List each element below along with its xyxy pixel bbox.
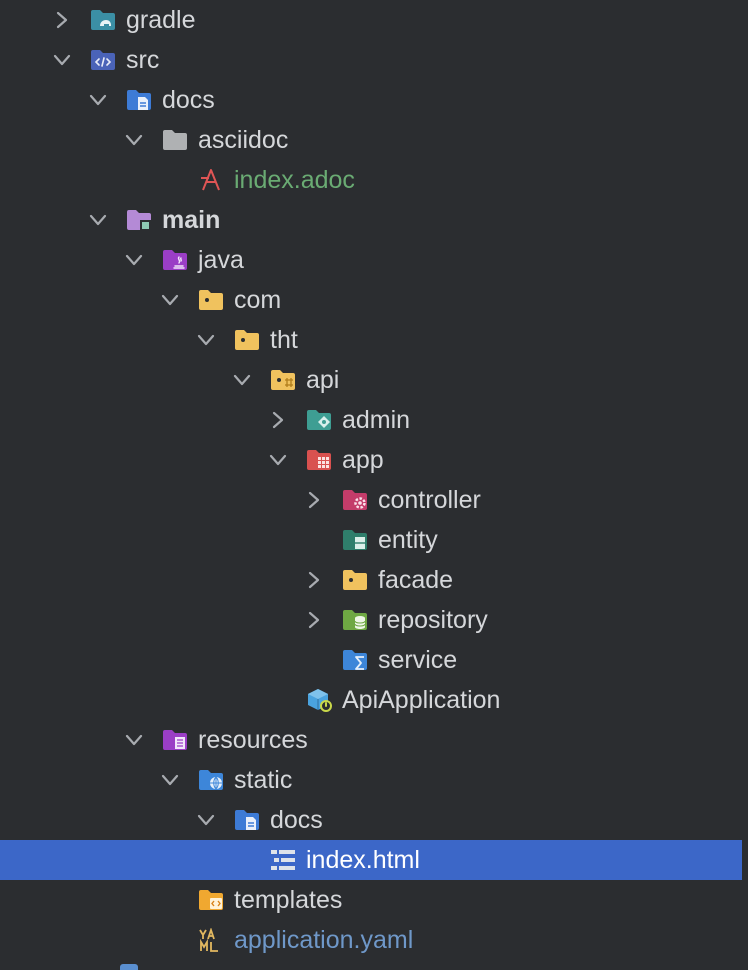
- module-folder-icon: [126, 208, 152, 232]
- package-icon: [198, 288, 224, 312]
- tree-item-label: api: [306, 366, 340, 394]
- chevron-down-icon[interactable]: [52, 50, 72, 70]
- html-file-icon: [270, 848, 296, 872]
- tree-item-service[interactable]: service: [0, 640, 748, 680]
- chevron-down-icon[interactable]: [196, 330, 216, 350]
- tree-item-entity[interactable]: entity: [0, 520, 748, 560]
- tree-item-api[interactable]: api: [0, 360, 748, 400]
- package-icon: [270, 368, 296, 392]
- tree-item-label: index.html: [306, 846, 420, 874]
- tree-item-label: tht: [270, 326, 298, 354]
- tree-item-src[interactable]: src: [0, 40, 748, 80]
- chevron-right-icon[interactable]: [52, 10, 72, 30]
- tree-item-static[interactable]: static: [0, 760, 748, 800]
- tree-item-label: gradle: [126, 6, 196, 34]
- tree-item-label: static: [234, 766, 293, 794]
- chevron-down-icon[interactable]: [196, 810, 216, 830]
- chevron-down-icon[interactable]: [160, 770, 180, 790]
- partial-folder-icon: [120, 964, 138, 970]
- tree-item-gradle[interactable]: gradle: [0, 0, 748, 40]
- tree-item-resources[interactable]: resources: [0, 720, 748, 760]
- tree-item-java[interactable]: java: [0, 240, 748, 280]
- source-folder-icon: [90, 48, 116, 72]
- tree-item-index-adoc[interactable]: index.adoc: [0, 160, 748, 200]
- tree-item-com[interactable]: com: [0, 280, 748, 320]
- tree-item-label: resources: [198, 726, 308, 754]
- java-source-folder-icon: [162, 248, 188, 272]
- entity-package-icon: [342, 528, 368, 552]
- tree-item-label: entity: [378, 526, 438, 554]
- folder-icon: [162, 128, 188, 152]
- tree-item-tht[interactable]: tht: [0, 320, 748, 360]
- chevron-down-icon[interactable]: [88, 210, 108, 230]
- app-package-icon: [306, 448, 332, 472]
- tree-item-index-html[interactable]: index.html: [0, 840, 742, 880]
- tree-item-label: controller: [378, 486, 481, 514]
- tree-item-label: facade: [378, 566, 454, 594]
- resources-folder-icon: [162, 728, 188, 752]
- chevron-right-icon[interactable]: [268, 410, 288, 430]
- controller-package-icon: [342, 488, 368, 512]
- tree-item-facade[interactable]: facade: [0, 560, 748, 600]
- yaml-file-icon: [198, 928, 224, 952]
- chevron-down-icon[interactable]: [124, 130, 144, 150]
- tree-item-repository[interactable]: repository: [0, 600, 748, 640]
- tree-item-label: java: [198, 246, 244, 274]
- tree-item-controller[interactable]: controller: [0, 480, 748, 520]
- docs-folder-icon: [126, 88, 152, 112]
- web-folder-icon: [198, 768, 224, 792]
- package-icon: [342, 568, 368, 592]
- tree-item-label: docs: [270, 806, 323, 834]
- gradle-folder-icon: [90, 8, 116, 32]
- tree-item-label: docs: [162, 86, 215, 114]
- tree-item-app[interactable]: app: [0, 440, 748, 480]
- tree-item-label: ApiApplication: [342, 686, 501, 714]
- repository-package-icon: [342, 608, 368, 632]
- tree-item-main[interactable]: main: [0, 200, 748, 240]
- tree-item-label: repository: [378, 606, 488, 634]
- chevron-down-icon[interactable]: [160, 290, 180, 310]
- docs-folder-icon: [234, 808, 260, 832]
- admin-package-icon: [306, 408, 332, 432]
- tree-item-apiapplication[interactable]: ApiApplication: [0, 680, 748, 720]
- templates-folder-icon: [198, 888, 224, 912]
- project-tree: gradle src docs asciidoc index.adoc main…: [0, 0, 748, 970]
- tree-item-label: templates: [234, 886, 343, 914]
- chevron-down-icon[interactable]: [124, 250, 144, 270]
- service-package-icon: [342, 648, 368, 672]
- tree-item-label: index.adoc: [234, 166, 355, 194]
- tree-item-label: application.yaml: [234, 926, 414, 954]
- tree-item-label: main: [162, 206, 221, 234]
- chevron-down-icon[interactable]: [232, 370, 252, 390]
- tree-item-label: admin: [342, 406, 411, 434]
- tree-item-application-yaml[interactable]: application.yaml: [0, 920, 748, 960]
- chevron-right-icon[interactable]: [304, 610, 324, 630]
- chevron-down-icon[interactable]: [88, 90, 108, 110]
- chevron-down-icon[interactable]: [124, 730, 144, 750]
- tree-item-admin[interactable]: admin: [0, 400, 748, 440]
- chevron-right-icon[interactable]: [304, 490, 324, 510]
- chevron-down-icon[interactable]: [268, 450, 288, 470]
- package-icon: [234, 328, 260, 352]
- chevron-right-icon[interactable]: [304, 570, 324, 590]
- tree-item-docs[interactable]: docs: [0, 80, 748, 120]
- tree-item-label: com: [234, 286, 282, 314]
- tree-item-templates[interactable]: templates: [0, 880, 748, 920]
- asciidoc-file-icon: [198, 168, 224, 192]
- tree-item-label: src: [126, 46, 160, 74]
- spring-boot-application-icon: [306, 688, 332, 712]
- tree-item-asciidoc[interactable]: asciidoc: [0, 120, 748, 160]
- tree-item-docs[interactable]: docs: [0, 800, 748, 840]
- tree-item-label: service: [378, 646, 458, 674]
- tree-item-label: app: [342, 446, 384, 474]
- tree-item-label: asciidoc: [198, 126, 289, 154]
